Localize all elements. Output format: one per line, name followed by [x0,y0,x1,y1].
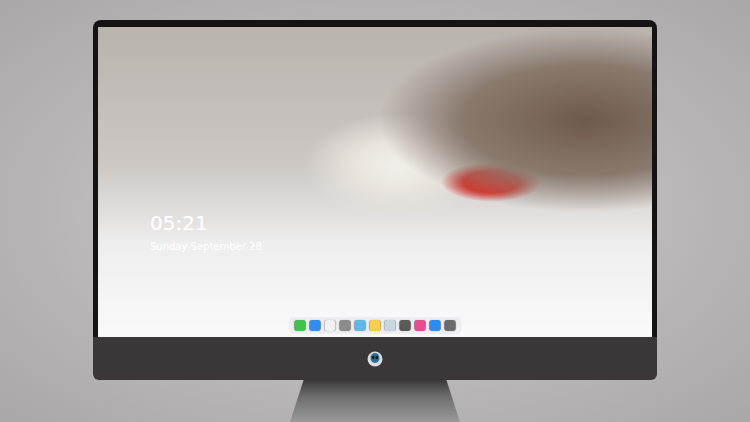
screen: 05:21 Sunday September 28 A new message … [98,27,652,337]
dock-app-icon[interactable] [370,320,381,331]
dock [289,317,462,334]
alien-logo-icon [367,351,383,367]
clock-date: Sunday September 28 [150,241,319,252]
monitor-bezel: 05:21 Sunday September 28 A new message … [93,20,657,337]
dock-app-icon[interactable] [340,320,351,331]
lock-screen-info: 05:21 Sunday September 28 A new message … [150,212,319,261]
wallpaper-photo [98,27,652,337]
dock-app-icon[interactable] [355,320,366,331]
dock-app-icon[interactable] [445,320,456,331]
monitor-chin [93,337,657,380]
clock-time: 05:21 [150,212,319,234]
dock-app-icon[interactable] [310,320,321,331]
dock-app-icon[interactable] [295,320,306,331]
monitor-stand [290,380,460,422]
notice-text: A new message arrived, it needs your att… [150,255,319,261]
dock-app-icon[interactable] [385,320,396,331]
desktop-mockup: 05:21 Sunday September 28 A new message … [0,0,750,422]
dock-app-icon[interactable] [415,320,426,331]
dock-app-icon[interactable] [325,320,336,331]
monitor: 05:21 Sunday September 28 A new message … [93,20,657,422]
dock-app-icon[interactable] [430,320,441,331]
dock-app-icon[interactable] [400,320,411,331]
